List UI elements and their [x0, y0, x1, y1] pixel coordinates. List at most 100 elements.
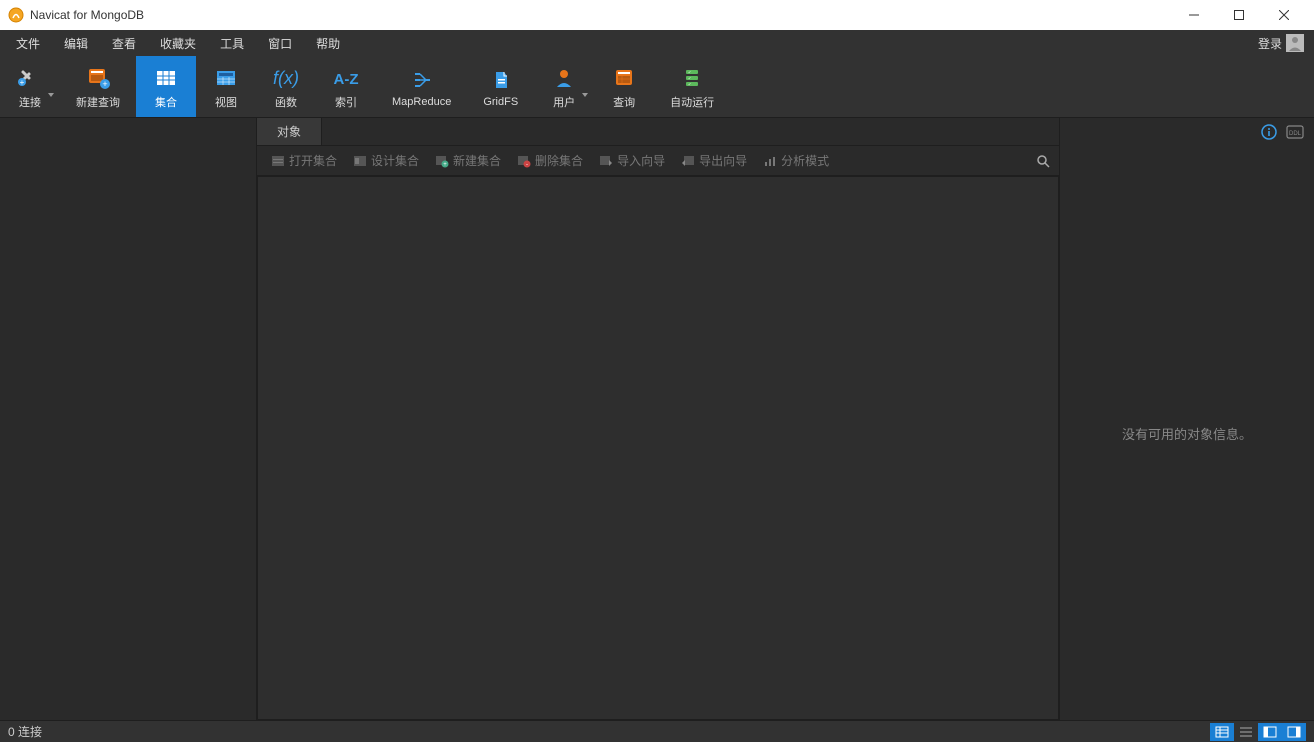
tool-query[interactable]: 查询 [594, 56, 654, 117]
left-sidebar[interactable] [0, 118, 257, 720]
tool-user[interactable]: 用户 [534, 56, 594, 117]
menu-tools[interactable]: 工具 [208, 31, 256, 56]
tool-connection[interactable]: + 连接 [0, 56, 60, 117]
action-label: 导出向导 [699, 152, 747, 169]
minimize-button[interactable] [1171, 0, 1216, 30]
action-label: 打开集合 [289, 152, 337, 169]
login-button[interactable]: 登录 [1252, 30, 1310, 56]
tool-label: MapReduce [392, 96, 451, 108]
new-query-icon: + [84, 64, 112, 92]
tool-view[interactable]: 视图 [196, 56, 256, 117]
window-title: Navicat for MongoDB [30, 8, 1171, 22]
view-icon [212, 64, 240, 92]
delete-icon: - [517, 154, 531, 168]
action-export-wizard[interactable]: 导出向导 [675, 150, 753, 171]
svg-text:A-Z: A-Z [334, 71, 359, 88]
right-panel-body: 没有可用的对象信息。 [1060, 146, 1314, 720]
tool-gridfs[interactable]: GridFS [467, 56, 534, 117]
maximize-button[interactable] [1216, 0, 1261, 30]
no-info-text: 没有可用的对象信息。 [1122, 424, 1252, 443]
window-controls [1171, 0, 1306, 30]
svg-text:+: + [102, 79, 107, 89]
tool-label: 函数 [275, 94, 297, 110]
gridfs-icon [487, 66, 515, 94]
function-icon: f(x) [272, 64, 300, 92]
center-panel: 对象 打开集合 设计集合 + 新建集合 - 删除集合 导入向导 [257, 118, 1059, 720]
action-open-collection[interactable]: 打开集合 [265, 150, 343, 171]
view-list-button[interactable] [1234, 723, 1258, 741]
view-pane-right-button[interactable] [1282, 723, 1306, 741]
tool-label: 查询 [613, 94, 635, 110]
chevron-down-icon [582, 93, 588, 97]
action-label: 新建集合 [453, 152, 501, 169]
action-analyze-schema[interactable]: 分析模式 [757, 150, 835, 171]
tool-label: GridFS [483, 96, 518, 108]
action-new-collection[interactable]: + 新建集合 [429, 150, 507, 171]
search-icon [1035, 153, 1051, 169]
action-design-collection[interactable]: 设计集合 [347, 150, 425, 171]
design-icon [353, 154, 367, 168]
close-button[interactable] [1261, 0, 1306, 30]
tool-new-query[interactable]: + 新建查询 [60, 56, 136, 117]
login-label: 登录 [1258, 35, 1282, 52]
menu-view[interactable]: 查看 [100, 31, 148, 56]
svg-text:DDL: DDL [1289, 131, 1302, 137]
object-list-area[interactable] [257, 176, 1059, 720]
action-import-wizard[interactable]: 导入向导 [593, 150, 671, 171]
svg-text:✓: ✓ [688, 81, 691, 86]
tool-autorun[interactable]: ✓✓✓ 自动运行 [654, 56, 730, 117]
tool-label: 集合 [155, 94, 177, 110]
tab-objects[interactable]: 对象 [257, 118, 322, 145]
svg-text:+: + [443, 162, 447, 168]
menu-help[interactable]: 帮助 [304, 31, 352, 56]
action-delete-collection[interactable]: - 删除集合 [511, 150, 589, 171]
export-icon [681, 154, 695, 168]
tool-collection[interactable]: 集合 [136, 56, 196, 117]
menu-edit[interactable]: 编辑 [52, 31, 100, 56]
ddl-icon: DDL [1286, 125, 1304, 139]
main-toolbar: + 连接 + 新建查询 集合 视图 f(x) 函数 A-Z 索引 MapRedu… [0, 56, 1314, 118]
right-panel-header: DDL [1060, 118, 1314, 146]
tool-label: 连接 [19, 94, 41, 110]
tool-function[interactable]: f(x) 函数 [256, 56, 316, 117]
menubar: 文件 编辑 查看 收藏夹 工具 窗口 帮助 登录 [0, 30, 1314, 56]
mapreduce-icon [408, 66, 436, 94]
index-icon: A-Z [332, 64, 360, 92]
svg-text:-: - [526, 162, 528, 168]
menu-window[interactable]: 窗口 [256, 31, 304, 56]
info-icon [1261, 124, 1277, 140]
tabbar: 对象 [257, 118, 1059, 146]
import-icon [599, 154, 613, 168]
main-area: 对象 打开集合 设计集合 + 新建集合 - 删除集合 导入向导 [0, 118, 1314, 720]
pane-right-icon [1287, 726, 1301, 738]
connection-icon: + [16, 64, 44, 92]
open-icon [271, 154, 285, 168]
connection-count: 0 连接 [8, 723, 42, 740]
tool-label: 视图 [215, 94, 237, 110]
chevron-down-icon [48, 93, 54, 97]
ddl-button[interactable]: DDL [1286, 123, 1304, 141]
search-button[interactable] [1035, 153, 1051, 169]
menu-favorites[interactable]: 收藏夹 [148, 31, 208, 56]
new-icon: + [435, 154, 449, 168]
view-pane-left-button[interactable] [1258, 723, 1282, 741]
avatar-icon [1286, 34, 1304, 52]
user-icon [550, 64, 578, 92]
analyze-icon [763, 154, 777, 168]
menu-file[interactable]: 文件 [4, 31, 52, 56]
action-label: 设计集合 [371, 152, 419, 169]
query-icon [610, 64, 638, 92]
svg-text:✓: ✓ [688, 69, 691, 74]
tool-index[interactable]: A-Z 索引 [316, 56, 376, 117]
right-sidebar: DDL 没有可用的对象信息。 [1059, 118, 1314, 720]
collection-icon [152, 64, 180, 92]
svg-text:✓: ✓ [688, 75, 691, 80]
action-label: 删除集合 [535, 152, 583, 169]
app-logo-icon [8, 7, 24, 23]
tool-mapreduce[interactable]: MapReduce [376, 56, 467, 117]
pane-left-icon [1263, 726, 1277, 738]
tool-label: 新建查询 [76, 94, 120, 110]
view-details-button[interactable] [1210, 723, 1234, 741]
list-icon [1239, 726, 1253, 738]
info-button[interactable] [1260, 123, 1278, 141]
